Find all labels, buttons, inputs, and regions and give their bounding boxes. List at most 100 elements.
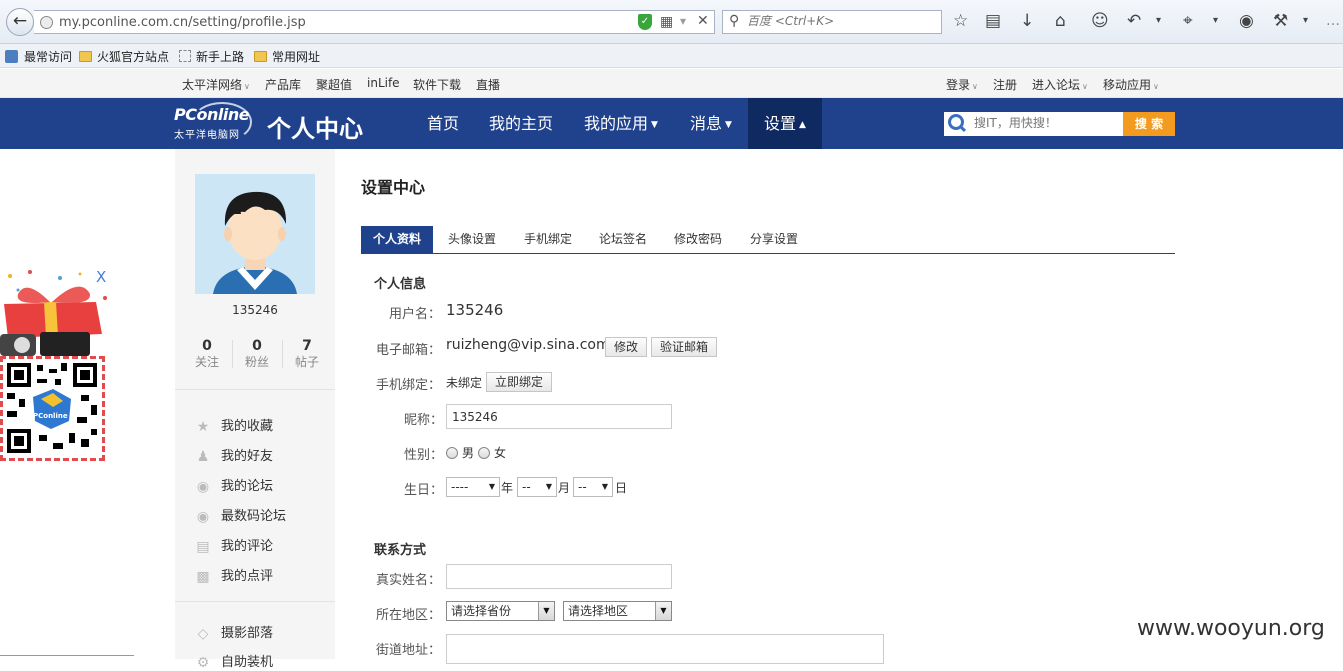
month-unit: 月 [558, 481, 571, 495]
shield-icon[interactable]: ✓ [638, 14, 652, 30]
stat-following[interactable]: 0 关注 [182, 338, 232, 370]
reading-list-icon[interactable]: ▤ [985, 11, 1001, 31]
divider [175, 601, 335, 602]
settings-tabs: 个人资料 头像设置 手机绑定 论坛签名 修改密码 分享设置 [361, 226, 1175, 254]
chevron-down-icon: ∨ [1153, 82, 1159, 91]
tab-profile[interactable]: 个人资料 [361, 226, 433, 253]
stat-followers[interactable]: 0 粉丝 [232, 338, 282, 370]
close-icon[interactable]: ✕ [697, 13, 709, 29]
crop-icon[interactable]: ⌖ [1183, 11, 1193, 31]
qr-logo-text: PConline [33, 412, 68, 420]
street-label: 街道地址： [376, 643, 442, 658]
sidebar-item-forums[interactable]: ◉ 我的论坛 [195, 475, 273, 494]
site-name: 个人中心 [267, 115, 363, 143]
download-icon[interactable]: ↓ [1020, 11, 1034, 31]
district-select[interactable]: 请选择地区 ▼ [563, 601, 672, 621]
site-search-input[interactable] [974, 116, 1119, 130]
section-contact: 联系方式 [374, 543, 427, 558]
email-modify-button[interactable]: 修改 [605, 337, 648, 357]
tab-share[interactable]: 分享设置 [739, 226, 809, 253]
chat-icon[interactable]: ☺ [1091, 11, 1109, 31]
username-label: 用户名： [389, 307, 442, 322]
bookmark-firefox-official[interactable]: 火狐官方站点 [79, 48, 169, 65]
nav-home[interactable]: 首页 [414, 98, 472, 149]
bug-icon[interactable]: ⚒ [1273, 11, 1288, 31]
nav-my-homepage[interactable]: 我的主页 [480, 98, 562, 149]
birthday-month-select[interactable]: -- ▼ [517, 477, 557, 497]
nickname-input[interactable] [446, 404, 672, 429]
star-icon[interactable]: ☆ [953, 11, 968, 31]
email-verify-button[interactable]: 验证邮箱 [651, 337, 718, 357]
url-bar[interactable]: my.pconline.com.cn/setting/profile.jsp ✓… [34, 10, 715, 34]
sidebar-item-photo-tribe[interactable]: ◇ 摄影部落 [195, 622, 273, 641]
site-search-button[interactable]: 搜 索 [1123, 112, 1175, 136]
home-icon[interactable]: ⌂ [1055, 11, 1066, 31]
nav-messages[interactable]: 消息 ▼ [680, 98, 742, 149]
nav-settings[interactable]: 设置 ▲ [748, 98, 822, 149]
birthday-day-select[interactable]: -- ▼ [573, 477, 613, 497]
province-select[interactable]: 请选择省份 ▼ [446, 601, 555, 621]
day-unit: 日 [615, 481, 628, 495]
stat-posts[interactable]: 7 帖子 [282, 338, 332, 370]
birthday-label: 生日： [404, 483, 444, 498]
realname-input[interactable] [446, 564, 672, 589]
qr-code-ad[interactable]: PConline [0, 356, 105, 461]
bookmark-most-visited[interactable]: 最常访问 [5, 48, 72, 65]
phone-bind-button[interactable]: 立即绑定 [486, 372, 553, 392]
crop-dropdown-icon[interactable]: ▾ [1213, 11, 1218, 31]
bookmark-common-sites[interactable]: 常用网址 [254, 48, 320, 65]
gender-male-label: 男 [462, 446, 475, 460]
undo-dropdown-icon[interactable]: ▾ [1156, 11, 1161, 31]
speech-bubble-icon[interactable]: ◉ [1239, 11, 1254, 31]
nav-my-apps[interactable]: 我的应用 ▼ [573, 98, 669, 149]
tab-phone[interactable]: 手机绑定 [513, 226, 583, 253]
site-logo[interactable]: PConline 太平洋电脑网 [174, 102, 256, 143]
gender-male-radio[interactable] [446, 447, 458, 459]
toplink-login[interactable]: 登录 ∨ [946, 76, 978, 93]
tab-signature[interactable]: 论坛签名 [588, 226, 658, 253]
toplink-live[interactable]: 直播 [476, 76, 500, 93]
sidebar-item-friends[interactable]: ♟ 我的好友 [195, 445, 273, 464]
url-text[interactable]: my.pconline.com.cn/setting/profile.jsp [59, 15, 306, 30]
chevron-down-icon[interactable]: ▾ [680, 14, 686, 28]
undo-icon[interactable]: ↶ [1127, 11, 1141, 31]
sidebar-item-comments[interactable]: ▤ 我的评论 [195, 535, 273, 554]
toplink-mobile[interactable]: 移动应用 ∨ [1103, 76, 1159, 93]
qr-code-icon[interactable]: ▦ [660, 15, 673, 29]
diy-build-icon: ⚙ [196, 655, 210, 671]
phone-label: 手机绑定： [376, 378, 442, 393]
street-input[interactable] [446, 634, 884, 664]
gender-female-radio[interactable] [478, 447, 490, 459]
bookmark-getting-started[interactable]: 新手上路 [179, 48, 244, 65]
toplink-pcgroup[interactable]: 太平洋网络 ∨ [182, 76, 250, 93]
toplink-software[interactable]: 软件下载 [413, 76, 461, 93]
site-search-box[interactable] [944, 112, 1123, 136]
birthday-year-select[interactable]: ---- ▼ [446, 477, 500, 497]
browser-search-bar[interactable]: ⚲ [722, 10, 942, 34]
toplink-inlife[interactable]: inLife [367, 76, 400, 90]
back-button[interactable]: ← [6, 8, 34, 36]
chevron-down-icon: ∨ [972, 82, 978, 91]
realname-label: 真实姓名： [376, 573, 442, 588]
sidebar-item-digital-forum[interactable]: ◉ 最数码论坛 [195, 505, 286, 524]
tab-avatar[interactable]: 头像设置 [437, 226, 507, 253]
menu-dropdown-icon[interactable]: ▾ [1303, 11, 1308, 31]
toplink-deals[interactable]: 聚超值 [316, 76, 352, 93]
tab-password[interactable]: 修改密码 [663, 226, 733, 253]
toplink-products[interactable]: 产品库 [265, 76, 301, 93]
sidebar-item-reviews[interactable]: ▩ 我的点评 [195, 565, 273, 584]
toplink-register[interactable]: 注册 [993, 76, 1017, 93]
avatar[interactable] [195, 174, 315, 294]
sidebar-item-diy-build[interactable]: ⚙ 自助装机 [195, 651, 273, 670]
caret-down-icon: ▼ [545, 482, 552, 491]
section-personal-info: 个人信息 [374, 277, 427, 292]
toplink-forum[interactable]: 进入论坛 ∨ [1032, 76, 1088, 93]
sidebar-item-favorites[interactable]: ★ 我的收藏 [195, 415, 273, 434]
ad-close-icon[interactable]: X [96, 268, 106, 286]
qr-code-icon [7, 363, 97, 453]
forum-icon: ◉ [196, 479, 210, 495]
username-value: 135246 [446, 301, 504, 319]
overflow-icon[interactable]: … [1326, 11, 1340, 31]
browser-search-input[interactable] [747, 14, 937, 28]
friends-icon: ♟ [196, 449, 210, 465]
